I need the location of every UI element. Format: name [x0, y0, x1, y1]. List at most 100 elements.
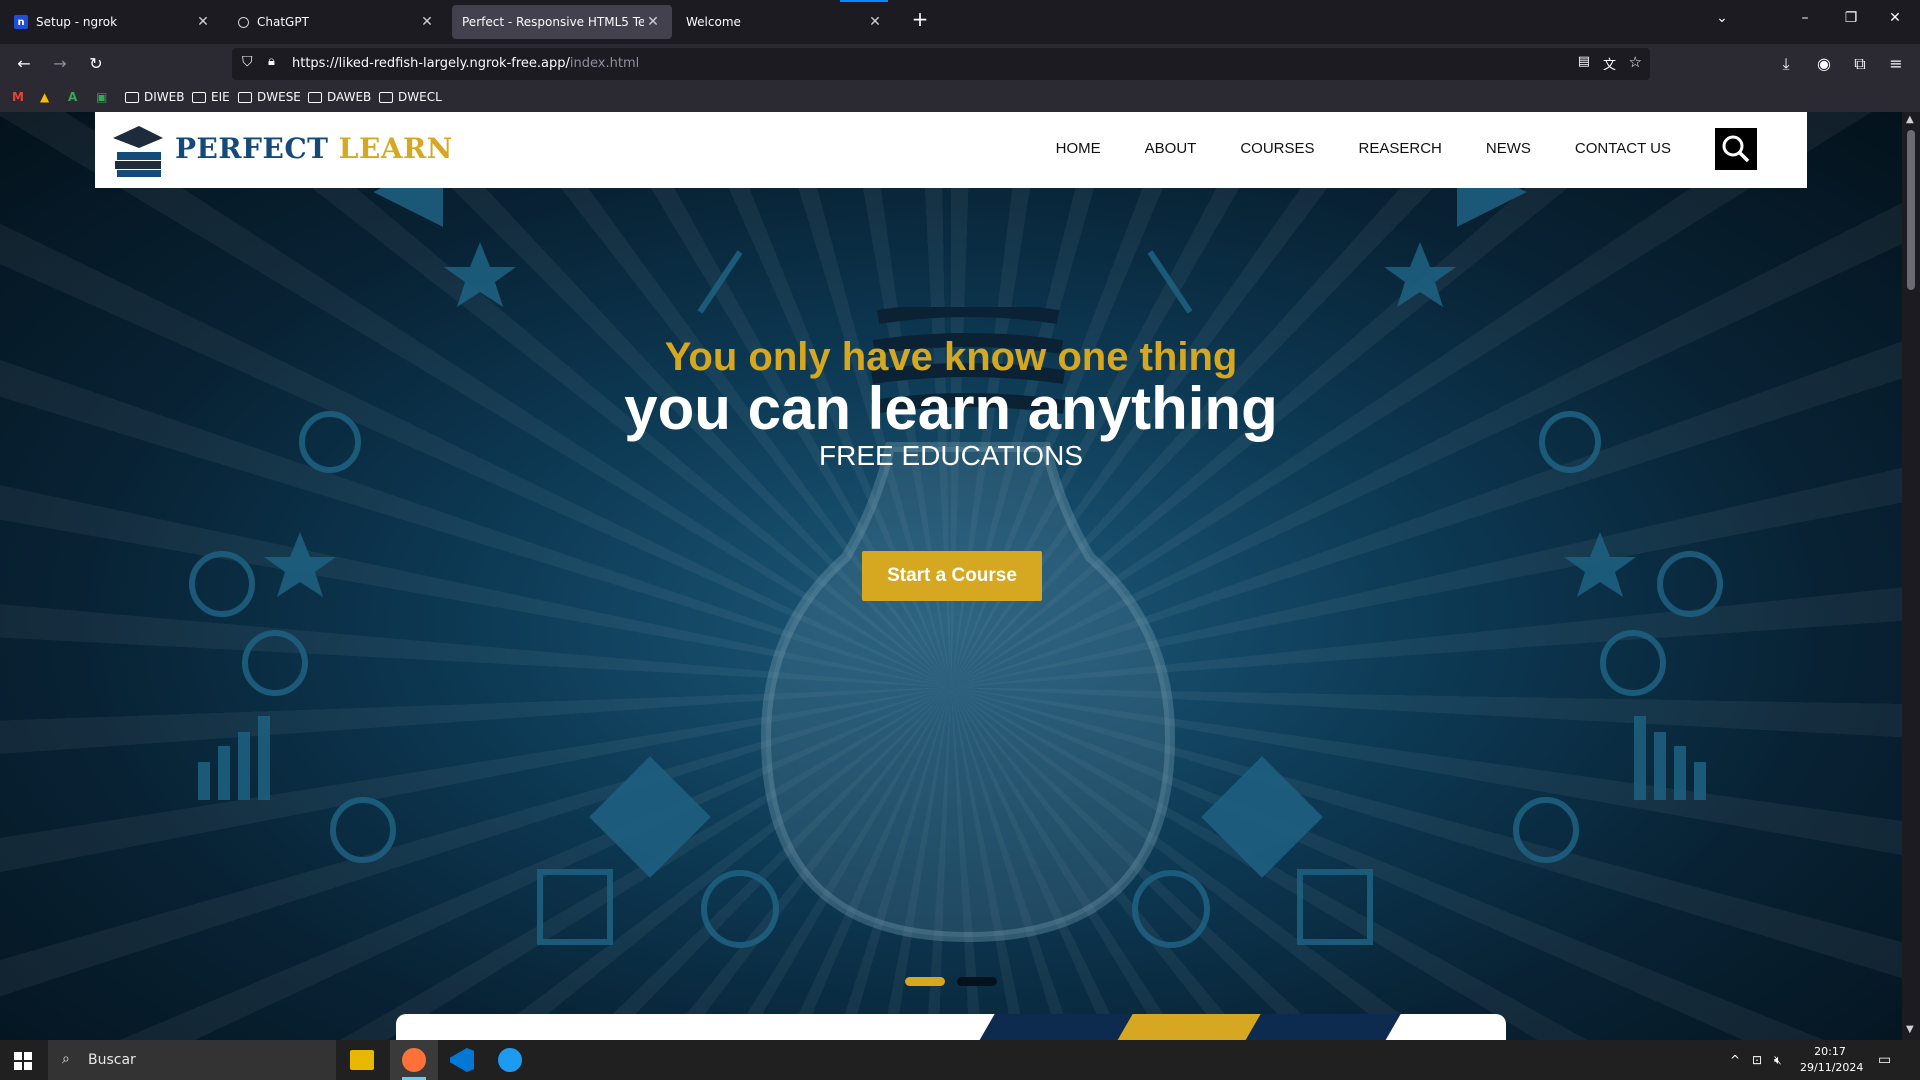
page-scrollbar[interactable]: ▲ ▼ [1902, 112, 1920, 1040]
restore-icon[interactable]: ❐ [1841, 10, 1861, 26]
folder-icon [125, 91, 139, 103]
close-icon[interactable]: ✕ [644, 14, 662, 30]
downloads-icon[interactable]: ⤓ [1774, 52, 1798, 76]
logo-part1: PERFECT [175, 132, 329, 165]
scroll-up-icon[interactable]: ▲ [1906, 114, 1914, 125]
site-logo[interactable]: PERFECT LEARN [175, 132, 453, 165]
drive-icon[interactable]: ▲ [40, 90, 49, 104]
folder-icon [238, 91, 252, 103]
strip-segment [1243, 1014, 1401, 1040]
bookmark-folder[interactable]: EIE [192, 90, 230, 104]
star-icon [264, 532, 336, 597]
close-icon[interactable]: ✕ [194, 14, 212, 30]
tab-indicator [840, 0, 888, 2]
account-icon[interactable]: ◉ [1812, 52, 1836, 76]
lock-icon[interactable]: 🔒︎ [268, 54, 275, 69]
vscode-icon[interactable] [450, 1048, 474, 1072]
bookmark-folder[interactable]: DAWEB [308, 90, 371, 104]
ngrok-icon: n [14, 15, 28, 29]
search-icon [1722, 135, 1750, 163]
close-icon[interactable]: ✕ [866, 14, 884, 30]
network-icon [189, 551, 255, 617]
minimize-icon[interactable]: – [1795, 10, 1815, 26]
shield-icon[interactable]: ⛉ [242, 54, 253, 70]
hero-title: you can learn anything [624, 375, 1278, 442]
bar-chart-icon [1634, 716, 1646, 800]
math-operators-icon [589, 756, 711, 878]
network-icon [1657, 551, 1723, 617]
bookmark-folder[interactable]: DWECL [379, 90, 442, 104]
browser-toolbar: ← → ↻ ⛉ 🔒︎ https://liked-redfish-largely… [0, 44, 1920, 84]
app-icon[interactable]: A [68, 90, 77, 104]
url-text: https://liked-redfish-largely.ngrok-free… [292, 56, 639, 71]
hero-subtitle: FREE EDUCATIONS [819, 440, 1083, 471]
graduation-books-logo-icon[interactable] [109, 122, 165, 178]
taskbar-search-text: Buscar [88, 1052, 136, 1068]
globe-icon [1513, 797, 1579, 863]
nav-home[interactable]: HOME [1056, 140, 1101, 157]
page-viewport: PERFECT LEARN HOME ABOUT COURSES REASERC… [0, 112, 1902, 1040]
file-explorer-icon[interactable] [350, 1050, 374, 1070]
tab-welcome[interactable]: Welcome ✕ [676, 5, 894, 39]
menu-icon[interactable]: ≡ [1884, 52, 1908, 76]
volume-muted-icon[interactable]: 🔇︎ [1774, 1052, 1782, 1068]
math-operators-icon [1201, 756, 1323, 878]
close-window-icon[interactable]: ✕ [1885, 10, 1905, 26]
search-button[interactable] [1715, 128, 1757, 170]
forward-icon[interactable]: → [48, 52, 72, 76]
network-icon[interactable]: ⊡ [1752, 1052, 1762, 1068]
firefox-icon [402, 1048, 426, 1072]
back-icon[interactable]: ← [12, 52, 36, 76]
clock-time: 20:17 [1814, 1045, 1846, 1058]
nav-courses[interactable]: COURSES [1240, 140, 1314, 157]
taskbar-search[interactable]: ⌕ Buscar [48, 1040, 336, 1080]
tab-chatgpt[interactable]: ChatGPT ✕ [228, 5, 446, 39]
app-bird-icon[interactable] [498, 1048, 522, 1072]
sword-icon [697, 250, 743, 314]
main-nav: HOME ABOUT COURSES REASERCH NEWS CONTACT… [1056, 140, 1671, 157]
nav-news[interactable]: NEWS [1486, 140, 1531, 157]
strip-segment [1115, 1014, 1263, 1040]
url-path: index.html [569, 56, 640, 71]
chevron-down-icon[interactable]: ⌄ [1712, 10, 1732, 26]
nav-contact[interactable]: CONTACT US [1575, 140, 1671, 157]
tray-chevron-icon[interactable]: ^ [1730, 1052, 1740, 1068]
bookmark-label: DIWEB [144, 90, 185, 104]
close-icon[interactable]: ✕ [418, 14, 436, 30]
reader-view-icon[interactable]: ▤ [1578, 54, 1590, 69]
notifications-icon[interactable]: ▭ [1878, 1052, 1891, 1068]
site-header: PERFECT LEARN HOME ABOUT COURSES REASERC… [95, 112, 1807, 188]
feature-strip [396, 1014, 1506, 1040]
gmail-icon[interactable]: M [12, 90, 24, 104]
tab-ngrok[interactable]: n Setup - ngrok ✕ [4, 5, 222, 39]
scroll-down-icon[interactable]: ▼ [1906, 1024, 1914, 1035]
nav-research[interactable]: REASERCH [1359, 140, 1442, 157]
classroom-icon[interactable]: ▣ [96, 90, 107, 104]
taskbar-firefox-active[interactable] [390, 1040, 438, 1080]
tab-perfect[interactable]: Perfect - Responsive HTML5 Templ ✕ [452, 5, 672, 39]
bookmark-label: DAWEB [327, 90, 372, 104]
bookmark-folder[interactable]: DWESE [238, 90, 301, 104]
logo-part2: LEARN [338, 132, 453, 165]
star-icon [1564, 532, 1636, 597]
carousel-dot[interactable] [957, 977, 997, 986]
new-tab-icon[interactable]: + [910, 7, 930, 31]
reload-icon[interactable]: ↻ [84, 52, 108, 76]
carousel-dot-active[interactable] [905, 977, 945, 986]
bookmarks-toolbar: M ▲ A ▣ DIWEB EIE DWESE DAWEB DWECL [0, 84, 1920, 112]
bookmark-folder[interactable]: DIWEB [125, 90, 184, 104]
strip-segment [977, 1014, 1135, 1040]
translate-icon[interactable]: 文 [1603, 54, 1616, 73]
windows-start-icon[interactable] [14, 1052, 32, 1070]
bookmark-star-icon[interactable]: ☆ [1629, 53, 1642, 71]
scrollbar-thumb[interactable] [1907, 130, 1915, 290]
sword-icon [1147, 250, 1193, 314]
windows-taskbar: ⌕ Buscar ^ ⊡ 🔇︎ 20:17 29/11/2024 ▭ [0, 1040, 1920, 1080]
nav-about[interactable]: ABOUT [1145, 140, 1197, 157]
start-course-button[interactable]: Start a Course [862, 551, 1042, 601]
tab-title: ChatGPT [257, 15, 309, 29]
address-bar[interactable]: ⛉ 🔒︎ https://liked-redfish-largely.ngrok… [232, 48, 1650, 80]
clock-display[interactable]: 20:17 29/11/2024 [1800, 1044, 1863, 1076]
tab-title: Welcome [686, 15, 741, 29]
extensions-icon[interactable]: ⧉ [1848, 52, 1872, 76]
